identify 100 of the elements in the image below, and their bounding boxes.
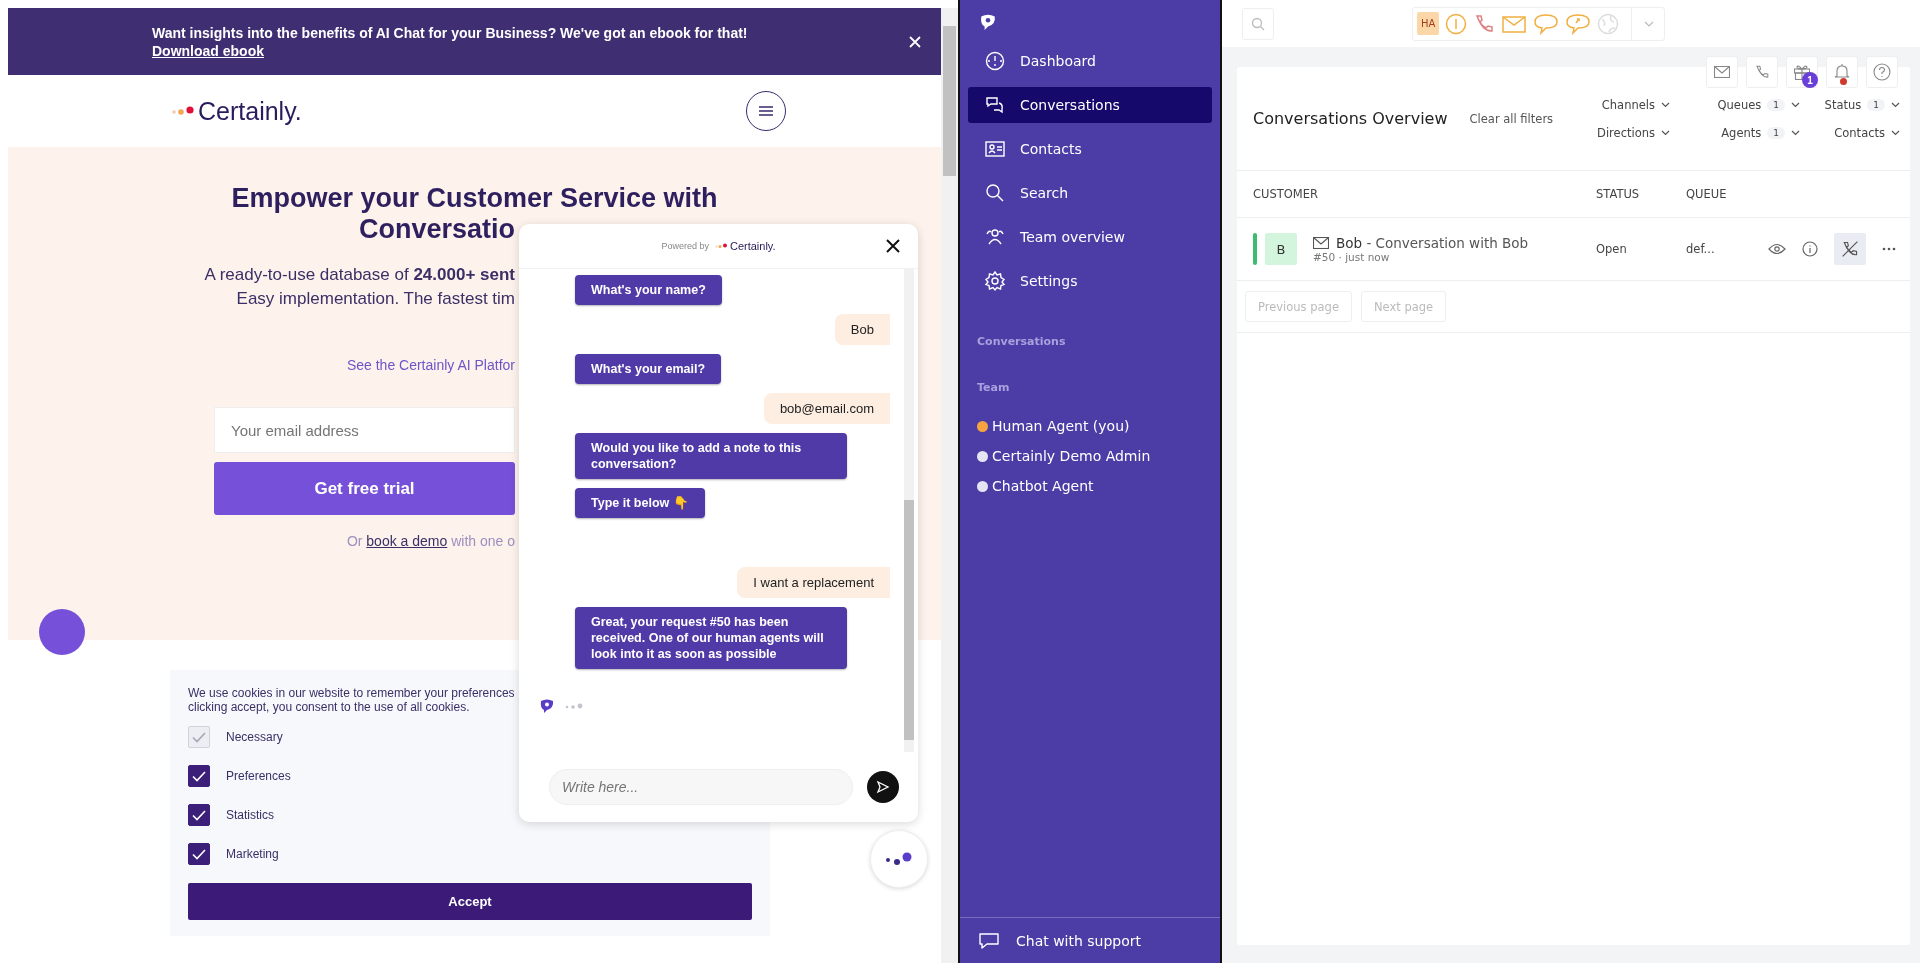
avatar: B [1265, 233, 1297, 265]
team-member[interactable]: Human Agent (you) [992, 418, 1130, 434]
demo-text: with one o [451, 533, 515, 549]
demo-link[interactable]: book a demo [366, 533, 448, 549]
filter-dropdown[interactable]: Status 1 [1824, 97, 1900, 112]
chat-bubble-icon [978, 930, 1000, 951]
download-link[interactable]: Download ebook [152, 41, 264, 60]
eye-icon[interactable] [1768, 243, 1786, 255]
caret-icon [1661, 129, 1670, 136]
filter-dropdown[interactable]: Agents 1 [1721, 125, 1800, 140]
team-member[interactable]: Certainly Demo Admin [992, 448, 1151, 464]
more-icon[interactable] [1882, 247, 1896, 251]
team-member[interactable]: Chatbot Agent [992, 478, 1094, 494]
user-message: bob@email.com [763, 393, 890, 424]
page-title: Conversations Overview [1253, 109, 1448, 128]
checkbox-label: Marketing [226, 847, 279, 861]
status-cell-text: Open [1596, 242, 1628, 256]
filter-dropdown[interactable]: Channels [1601, 97, 1670, 112]
gift-icon [1794, 64, 1810, 80]
hero-subtitle: A ready-to-use database of 24.000+ sent [204, 264, 515, 286]
notification-button[interactable] [1826, 56, 1858, 88]
filter-dropdown[interactable]: Queues 1 [1717, 97, 1800, 112]
cookie-text: We use cookies in our website to remember your preferences [188, 686, 515, 700]
column-header: STATUS [1596, 187, 1641, 201]
card-icon [984, 138, 1006, 160]
brand-name: Certainly. [198, 96, 302, 126]
bot-message: Would you like to add a note to this conversation? [575, 433, 847, 479]
dots-logo-icon [714, 243, 727, 249]
alert-dot [1840, 78, 1847, 85]
filter-dropdown[interactable]: Directions [1597, 125, 1670, 140]
hero-subtitle: Easy implementation. The fastest tim [236, 288, 515, 310]
bot-avatar-icon [539, 698, 555, 714]
scrollbar[interactable] [904, 269, 914, 752]
column-header: CUSTOMER [1253, 187, 1319, 201]
user-message: I want a replacement [737, 567, 890, 598]
accept-button[interactable]: Accept [188, 883, 752, 920]
phone-icon[interactable] [1473, 12, 1496, 35]
section-heading: Conversations [976, 335, 1067, 348]
nav-item[interactable]: Dashboard [968, 43, 1212, 79]
brand-name: Certainly. [729, 240, 776, 252]
platform-link[interactable]: See the Certainly AI Platfor [346, 357, 515, 373]
check-icon [192, 731, 206, 743]
free-trial-button[interactable]: Get free trial [214, 462, 515, 515]
menu-button[interactable] [746, 91, 786, 131]
phone-off-icon [1841, 240, 1859, 258]
menu-icon [759, 106, 773, 116]
speech-logo-icon[interactable] [979, 13, 997, 31]
section-heading: Team [976, 381, 1011, 394]
checkbox[interactable] [188, 843, 210, 865]
phone-icon [1754, 64, 1770, 80]
conversation-title[interactable]: Bob - Conversation with Bob [1336, 235, 1529, 251]
gift-button[interactable]: 1 [1786, 56, 1818, 88]
conversation-meta: #50 · just now [1313, 251, 1391, 263]
gear-icon [984, 270, 1006, 292]
checkbox-label: Necessary [226, 730, 283, 744]
mail-button[interactable] [1706, 56, 1738, 88]
email-field[interactable]: Your email address [214, 407, 515, 453]
demo-text: Or [346, 533, 363, 549]
checkbox[interactable] [188, 804, 210, 826]
typing-indicator-icon [565, 703, 583, 709]
info-icon[interactable] [1802, 241, 1818, 257]
scrollbar[interactable] [941, 8, 958, 963]
nav-item[interactable]: Search [968, 175, 1212, 211]
nav-item[interactable]: Conversations [968, 87, 1212, 123]
dots-logo-icon [885, 852, 913, 866]
caret-icon [1661, 101, 1670, 108]
bell-icon [1834, 63, 1850, 81]
checkbox[interactable] [188, 765, 210, 787]
chat-support-button[interactable]: Chat with support [960, 917, 1220, 963]
clear-filters-link[interactable]: Clear all filters [1469, 111, 1554, 126]
send-button[interactable] [867, 771, 899, 803]
chat-launcher-button[interactable] [870, 830, 928, 888]
notification-badge: 1 [1802, 72, 1818, 88]
caret-icon [1891, 101, 1900, 108]
hang-up-button[interactable] [1834, 233, 1866, 265]
cookie-text: clicking accept, you consent to the use of all cookies. [188, 700, 470, 714]
bot-message: What's your name? [575, 275, 722, 305]
mail-icon [1714, 66, 1730, 78]
filter-dropdown[interactable]: Contacts [1834, 125, 1900, 140]
caret-icon [1791, 129, 1800, 136]
powered-by-text: Powered by [661, 241, 709, 251]
hero-title: Conversatio [358, 214, 515, 245]
decorative-circle [39, 609, 85, 655]
help-button[interactable] [1866, 56, 1898, 88]
nav-item[interactable]: Team overview [968, 219, 1212, 255]
check-icon [192, 770, 206, 782]
hero-title: Empower your Customer Service with [230, 183, 719, 214]
caret-icon [1791, 101, 1800, 108]
search-icon [1251, 16, 1265, 31]
banner-text: Want insights into the benefits of AI Chat for your Business? We've got an ebook for that! [152, 23, 748, 42]
queue-cell-text: def... [1686, 242, 1716, 256]
check-icon [192, 809, 206, 821]
agent-initials[interactable]: HA [1417, 12, 1440, 35]
message-input[interactable]: Write here... [549, 769, 853, 805]
gauge-icon [984, 50, 1006, 72]
close-icon[interactable] [886, 239, 900, 253]
bot-message: Great, your request #50 has been received. One of our human agents will look into it as soon as possible [575, 607, 847, 669]
nav-item[interactable]: Contacts [968, 131, 1212, 167]
nav-item[interactable]: Settings [968, 263, 1212, 299]
send-icon [876, 780, 890, 794]
